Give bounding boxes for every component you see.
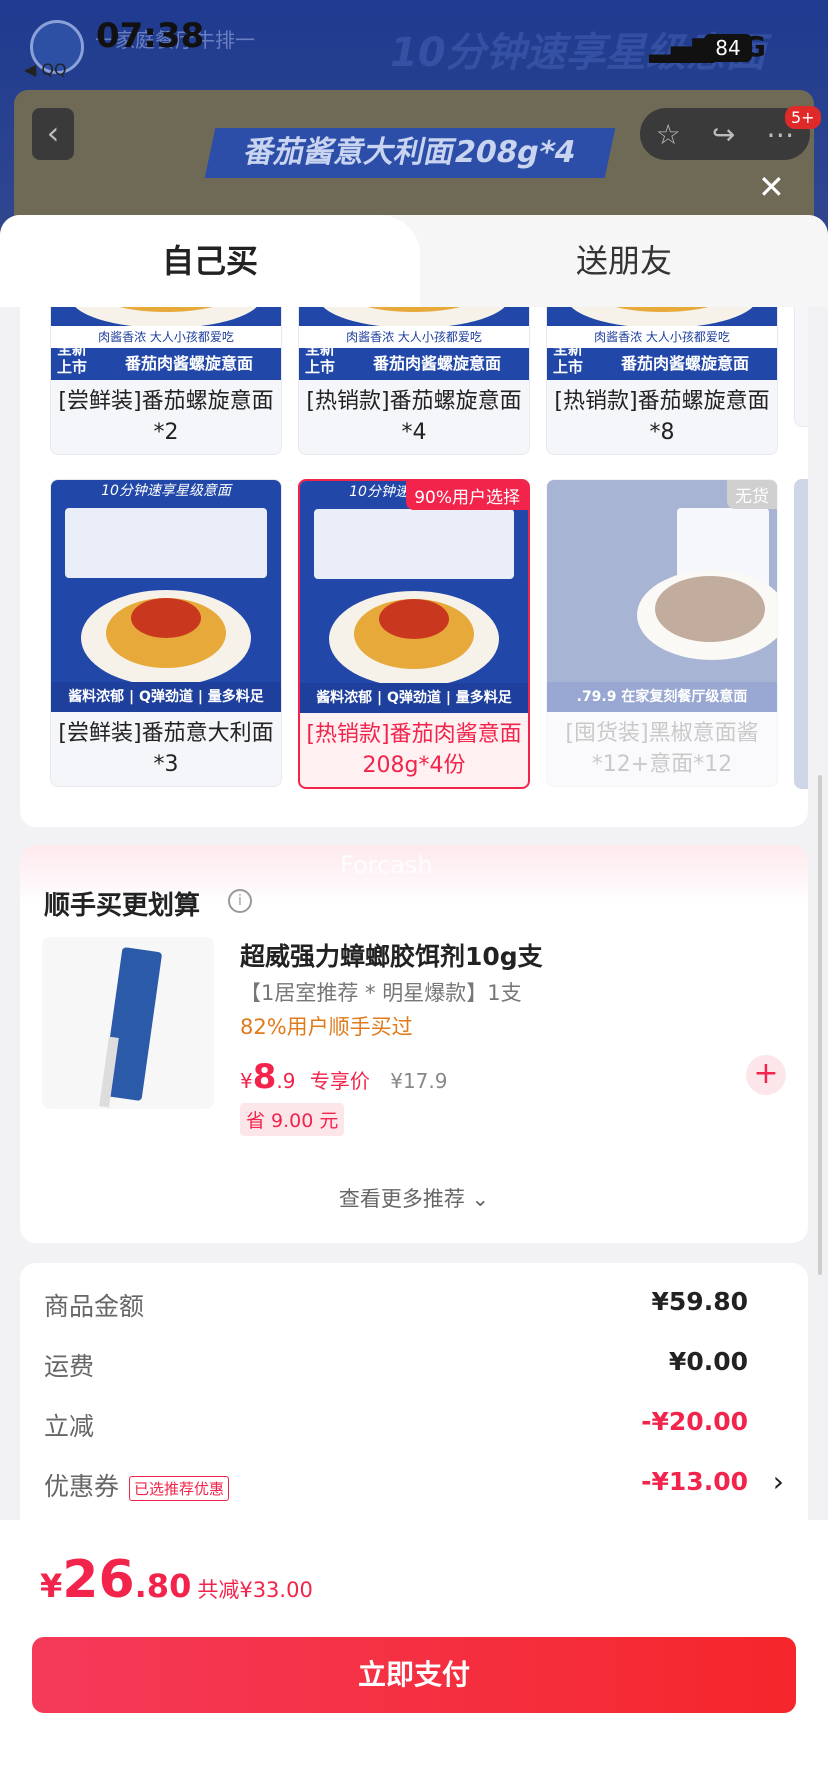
product-image[interactable] [42,937,214,1109]
product-price: ¥8.9 专享价 ¥17.9 [240,1057,448,1097]
popular-badge: 90%用户选择 [406,481,528,510]
info-icon[interactable]: i [228,889,252,913]
summary-row-coupon[interactable]: 优惠券 已选推荐优惠 -¥13.00 › [44,1465,784,1503]
new-tag: 全新 上市 [57,340,88,376]
coupon-tag: 已选推荐优惠 [129,1475,230,1501]
total-discount: 共减¥33.00 [197,1578,313,1602]
sku-option-partial [794,307,808,427]
back-button[interactable]: ‹ [32,108,74,160]
sku-label: [囤货装]黑椒意面酱*12+意面*12 [565,721,759,777]
sku-option[interactable]: 肉酱香浓 大人小孩都爱吃 全新 上市 番茄肉酱螺旋意面 [尝鲜装]番茄螺旋意面*… [50,307,282,455]
sku-option[interactable]: 肉酱香浓 大人小孩都爱吃 全新 上市 番茄肉酱螺旋意面 [热销款]番茄螺旋意面*… [298,307,530,455]
tab-bar: 自己买 送朋友 [0,215,828,307]
summary-row-goods: 商品金额 ¥59.80 [44,1287,748,1321]
sku-label: [尝鲜装]番茄螺旋意面*2 [58,389,274,445]
share-icon[interactable]: ↪ [712,118,735,151]
purchase-sheet: 自己买 送朋友 肉酱香浓 大人小孩都爱吃 全新 上市 番茄肉酱螺旋意面 [尝鲜装… [0,215,828,1792]
chevron-left-icon: ‹ [46,114,60,152]
sku-option-unavailable: .79.9 在家复刻餐厅级意面 无货 [囤货装]黑椒意面酱*12+意面*12 [546,479,778,787]
sku-label: [热销款]番茄螺旋意面*8 [554,389,770,445]
original-price: ¥17.9 [390,1069,448,1093]
addon-title: 顺手买更划算 [44,891,201,921]
product-bought-rate: 82%用户顺手买过 [240,1015,413,1039]
total-price: ¥26.80 共减¥33.00 [40,1550,313,1610]
back-to-app[interactable]: ◀ QQ [24,60,67,79]
checkout-footer: ¥26.80 共减¥33.00 立即支付 [0,1520,828,1792]
new-tag: 全新 上市 [553,340,584,376]
battery-indicator: 84 [704,34,752,62]
status-time: 07:38 [96,16,205,56]
new-tag: 全新 上市 [305,340,336,376]
more-recommendations-link[interactable]: 查看更多推荐 ⌄ [20,1183,808,1213]
add-item-button[interactable]: + [746,1055,786,1095]
product-subtitle: 【1居室推荐 * 明星爆款】1支 [240,981,522,1005]
sku-option-selected[interactable]: 10分钟速享星级意面 酱料浓郁 | Q弹劲道 | 量多料足 90%用户选择 [热… [298,479,530,789]
plus-icon: + [753,1056,779,1091]
package-image [65,508,267,578]
tab-gift[interactable]: 送朋友 [420,215,828,307]
watermark: Forcash [340,851,433,879]
sku-options: 肉酱香浓 大人小孩都爱吃 全新 上市 番茄肉酱螺旋意面 [尝鲜装]番茄螺旋意面*… [20,307,808,827]
sku-label: [热销款]番茄螺旋意面*4 [306,389,522,445]
order-summary: 商品金额 ¥59.80 运费 ¥0.00 立减 -¥20.00 优惠券 已选推荐优… [20,1263,808,1523]
sku-label: [热销款]番茄肉酱意面 208g*4份 [306,722,522,778]
product-name[interactable]: 超威强力蟑螂胶饵剂10g支 [240,937,543,973]
sku-label: [尝鲜装]番茄意大利面*3 [58,721,274,777]
out-of-stock-badge: 无货 [727,480,777,509]
sku-option[interactable]: 10分钟速享星级意面 酱料浓郁 | Q弹劲道 | 量多料足 [尝鲜装]番茄意大利… [50,479,282,787]
sku-option[interactable]: 肉酱香浓 大人小孩都爱吃 全新 上市 番茄肉酱螺旋意面 [热销款]番茄螺旋意面*… [546,307,778,455]
star-icon[interactable]: ☆ [656,118,681,151]
savings-tag: 省 9.00 元 [240,1103,345,1136]
message-badge: 5+ [785,106,821,129]
background-product-title: 番茄酱意大利面208g*4 [204,128,616,178]
summary-row-discount: 立减 -¥20.00 [44,1407,748,1441]
close-icon[interactable]: ✕ [758,168,785,206]
sku-option-partial [794,479,808,789]
package-image [314,509,514,579]
scrollbar[interactable] [818,775,822,1275]
summary-row-shipping: 运费 ¥0.00 [44,1347,748,1381]
pay-now-button[interactable]: 立即支付 [32,1637,796,1713]
tab-self-buy[interactable]: 自己买 [0,215,420,307]
addon-section: Forcash 顺手买更划算 i 超威强力蟑螂胶饵剂10g支 【1居室推荐 * … [20,845,808,1243]
chevron-right-icon: › [772,1465,784,1498]
